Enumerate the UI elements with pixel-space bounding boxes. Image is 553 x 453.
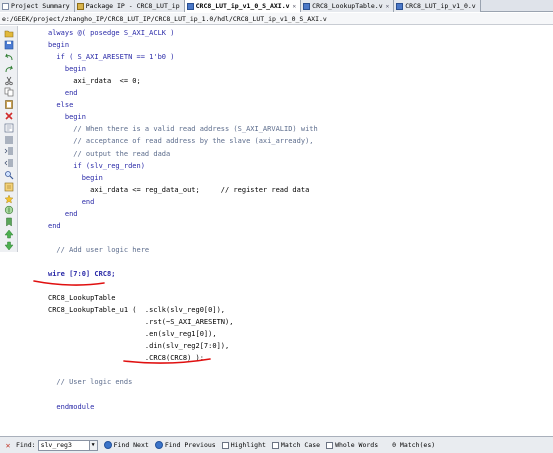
template-icon[interactable] [3, 181, 14, 192]
find-input[interactable]: slv_reg3 [37, 439, 90, 451]
code-line[interactable]: .en(slv_reg1[0]), [48, 328, 217, 340]
tab-project-summary[interactable]: Project Summary [0, 0, 75, 12]
tab-label: Package IP - CRC8_LUT_ip [85, 2, 180, 10]
match-case-checkbox[interactable]: Match Case [271, 441, 320, 449]
code-line[interactable]: // output the read dada [48, 148, 170, 160]
indent-icon[interactable] [3, 146, 14, 157]
editor-toolbar [0, 26, 18, 252]
insert-icon[interactable] [3, 193, 14, 204]
code-line[interactable]: .CRC8(CRC8) ); [48, 352, 204, 364]
find-bar: ✕ Find: slv_reg3 ▼ Find Next Find Previo… [0, 436, 553, 453]
find-icon[interactable] [3, 170, 14, 181]
code-line[interactable]: .rst(~S_AXI_ARESETN), [48, 316, 234, 328]
bookmark-icon[interactable] [3, 217, 14, 228]
tab-label: CRC8_LookupTable.v [312, 2, 383, 10]
code-line[interactable]: always @( posedge S_AXI_ACLK ) [48, 27, 174, 39]
tab-package-ip[interactable]: Package IP - CRC8_LUT_ip [74, 0, 185, 12]
goto-line-icon[interactable] [3, 205, 14, 216]
down-arrow-icon[interactable] [3, 240, 14, 251]
code-line[interactable]: wire [7:0] CRC8; [48, 268, 115, 280]
copy-icon[interactable] [3, 87, 14, 98]
code-line[interactable]: axi_rdata <= 0; [48, 75, 140, 87]
code-line[interactable]: else [48, 99, 73, 111]
highlight-checkbox[interactable]: Highlight [221, 441, 266, 449]
code-line[interactable]: .din(slv_reg2[7:0]), [48, 340, 229, 352]
code-line[interactable]: CRC8_LookupTable [48, 292, 115, 304]
code-line[interactable]: // Add user logic here [48, 244, 149, 256]
comment-icon[interactable] [3, 122, 14, 133]
delete-icon[interactable] [3, 111, 14, 122]
outdent-icon[interactable] [3, 158, 14, 169]
uncomment-icon[interactable] [3, 134, 14, 145]
package-icon [76, 2, 84, 10]
code-line[interactable]: end [48, 220, 61, 232]
match-count: 0 Match(es) [392, 441, 436, 449]
editor-tab-bar: Project Summary Package IP - CRC8_LUT_ip… [0, 0, 553, 12]
redo-icon[interactable] [3, 63, 14, 74]
tab-label: CRC8_LUT_ip_v1_0.v [405, 2, 476, 10]
code-line[interactable]: end [48, 87, 78, 99]
code-line[interactable]: if ( S_AXI_ARESETN == 1'b0 ) [48, 51, 174, 63]
save-icon[interactable] [3, 40, 14, 51]
verilog-file-icon [303, 2, 311, 10]
tab-crc8-lut-ip-s-axi[interactable]: CRC8_LUT_ip_v1_0_S_AXI.v ✕ [184, 0, 302, 12]
code-line[interactable]: if (slv_reg_rden) [48, 160, 145, 172]
undo-icon[interactable] [3, 52, 14, 63]
code-line[interactable]: // User logic ends [48, 376, 132, 388]
code-line[interactable]: begin [48, 172, 103, 184]
close-icon[interactable]: ✕ [293, 3, 297, 10]
open-file-icon[interactable] [3, 28, 14, 39]
find-previous-button[interactable]: Find Previous [154, 441, 216, 449]
code-line[interactable]: end [48, 196, 95, 208]
find-history-dropdown[interactable]: ▼ [89, 439, 98, 451]
verilog-file-icon [186, 2, 194, 10]
find-previous-icon [154, 441, 163, 449]
file-path: e:/GEEK/project/zhangho_IP/CRC8_LUT_IP/C… [0, 13, 553, 25]
up-arrow-icon[interactable] [3, 229, 14, 240]
code-line[interactable]: end [48, 208, 78, 220]
cut-icon[interactable] [3, 75, 14, 86]
tab-label: CRC8_LUT_ip_v1_0_S_AXI.v [195, 2, 290, 10]
document-icon [2, 2, 9, 10]
code-line[interactable]: begin [48, 111, 86, 123]
code-line[interactable]: axi_rdata <= reg_data_out; // register r… [48, 184, 309, 196]
code-line[interactable]: endmodule [48, 401, 94, 413]
find-next-icon [103, 441, 112, 449]
code-line[interactable]: // acceptance of read address by the sla… [48, 135, 313, 147]
code-line[interactable]: begin [48, 39, 69, 51]
tab-crc8-lookuptable[interactable]: CRC8_LookupTable.v ✕ [301, 0, 395, 12]
code-editor[interactable]: 381always @( posedge S_AXI_ACLK )382begi… [34, 26, 553, 426]
paste-icon[interactable] [3, 99, 14, 110]
code-line[interactable]: // When there is a valid read address (S… [48, 123, 317, 135]
code-line[interactable]: begin [48, 63, 86, 75]
tab-label: Project Summary [11, 2, 70, 10]
close-icon[interactable]: ✕ [386, 3, 390, 10]
tab-crc8-lut-ip[interactable]: CRC8_LUT_ip_v1_0.v [394, 0, 481, 12]
code-line[interactable]: CRC8_LookupTable_u1 ( .sclk(slv_reg0[0])… [48, 304, 225, 316]
verilog-file-icon [396, 2, 404, 10]
close-find-bar-icon[interactable]: ✕ [4, 441, 12, 450]
find-label: Find: [16, 441, 36, 449]
find-next-button[interactable]: Find Next [103, 441, 149, 449]
whole-words-checkbox[interactable]: Whole Words [326, 441, 378, 449]
